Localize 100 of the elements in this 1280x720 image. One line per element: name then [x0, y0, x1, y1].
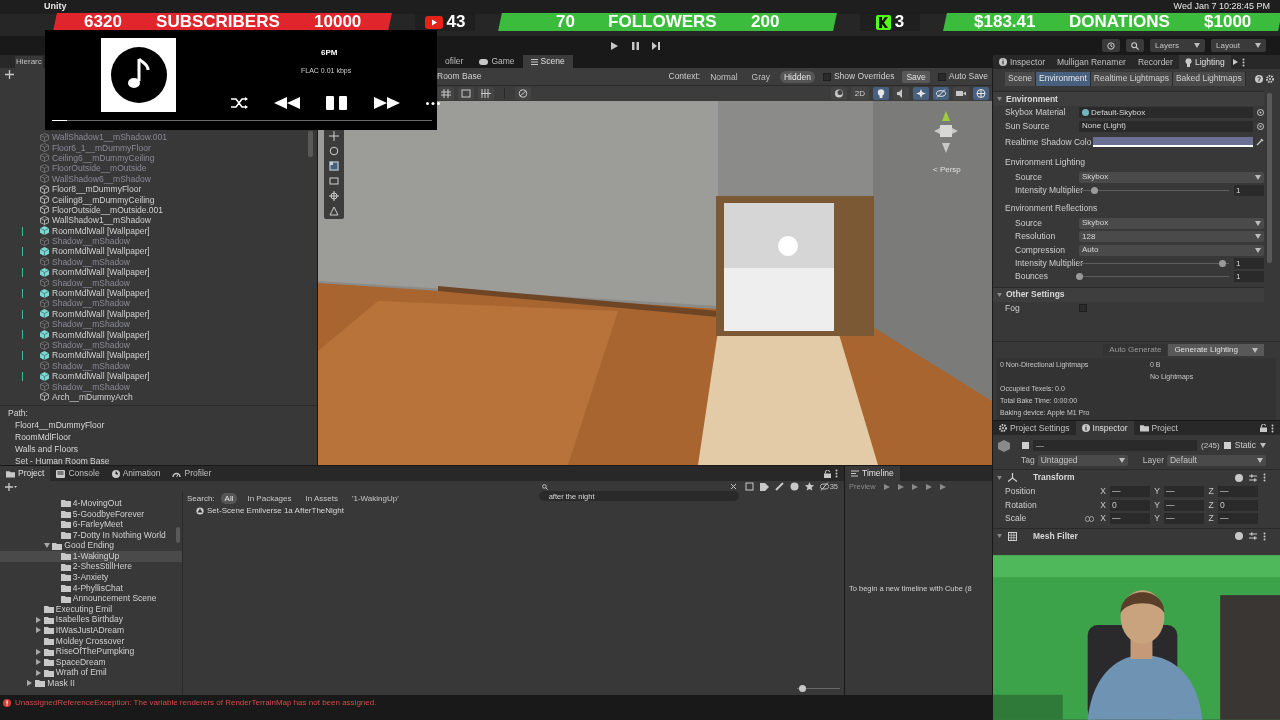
folder-item[interactable]: Moldey Crossover — [0, 635, 182, 647]
hierarchy-tab[interactable]: Hierarc — [15, 56, 43, 68]
effects-button[interactable] — [913, 87, 929, 100]
folder-item[interactable]: 2-ShesStillHere — [0, 561, 182, 573]
slider-thumb[interactable] — [1091, 187, 1098, 195]
perspective-label[interactable]: < Persp — [933, 164, 961, 176]
lighting-button[interactable] — [873, 87, 889, 100]
layout-dropdown[interactable]: Layout — [1211, 39, 1266, 52]
panel-tab[interactable]: Animation — [105, 466, 167, 481]
scrollbar-thumb[interactable] — [176, 527, 180, 543]
constrain-proportions-icon[interactable] — [1085, 515, 1094, 522]
filter-tab[interactable]: In Packages — [243, 493, 296, 504]
active-toggle[interactable] — [1022, 442, 1029, 449]
game-tab[interactable]: Game — [471, 55, 523, 68]
folder-item[interactable]: Announcement Scene — [0, 593, 182, 604]
folder-item[interactable]: Mask II — [0, 678, 182, 689]
scene-tab[interactable]: Scene — [522, 55, 573, 68]
expand-arrow-icon[interactable] — [35, 669, 41, 676]
menu-app-name[interactable]: Unity — [44, 0, 67, 12]
hierarchy-item[interactable]: Ceiling8__mDummyCeiling — [52, 194, 155, 205]
slider-thumb[interactable] — [1076, 273, 1083, 281]
dropdown[interactable]: Skybox — [1079, 171, 1264, 183]
hierarchy-item[interactable]: RoomMdlWall [Wallpaper] — [52, 225, 150, 236]
panel-tab[interactable]: Project — [1133, 421, 1184, 435]
rect-icon[interactable] — [329, 176, 339, 186]
more-icon[interactable] — [1271, 423, 1274, 433]
name-field[interactable]: — — [1033, 440, 1198, 451]
hierarchy-item[interactable]: RoomMdlWall [Wallpaper] — [52, 288, 150, 299]
object-field[interactable]: None (Light) — [1079, 120, 1253, 132]
previous-frame-icon[interactable] — [897, 483, 904, 490]
checkbox[interactable] — [822, 72, 831, 81]
hierarchy-item[interactable]: RoomMdlWall [Wallpaper] — [52, 350, 150, 361]
path-item[interactable]: Walls and Floors — [8, 443, 317, 455]
slider-thumb[interactable] — [1218, 259, 1226, 267]
presets-icon[interactable] — [1249, 473, 1257, 482]
folder-item[interactable]: 4-PhyllisChat — [0, 582, 182, 594]
number-field[interactable]: — — [1164, 499, 1204, 511]
path-item[interactable]: RoomMdlFloor — [8, 431, 317, 443]
save-button[interactable]: Save — [902, 70, 930, 83]
presets-icon[interactable] — [1249, 532, 1257, 540]
hierarchy-item[interactable]: RoomMdlWall [Wallpaper] — [52, 267, 150, 278]
hierarchy-item[interactable]: RoomMdlWall [Wallpaper] — [52, 246, 150, 257]
filter-tab[interactable]: '1-WakingUp' — [347, 493, 403, 504]
rotate-icon[interactable] — [329, 146, 339, 156]
search-result[interactable]: Set-Scene Emilverse 1a AfterTheNight — [207, 504, 344, 517]
status-message[interactable]: UnassignedReferenceException: The variable renderers of RenderTerrainMap has not been assigned. — [15, 696, 377, 709]
number-field[interactable]: 0 — [1218, 499, 1258, 511]
panel-tab[interactable]: Project Settings — [993, 421, 1076, 435]
play-icon[interactable] — [911, 483, 918, 490]
number-field[interactable]: — — [1218, 486, 1258, 498]
sub-tab[interactable]: Scene — [1005, 71, 1037, 86]
color-swatch[interactable] — [1093, 137, 1253, 148]
star-icon[interactable] — [804, 482, 814, 491]
search-button[interactable] — [1126, 39, 1144, 52]
add-icon[interactable] — [5, 69, 14, 79]
dropdown[interactable]: 128 — [1079, 231, 1264, 243]
checkbox[interactable] — [1079, 304, 1087, 313]
filter-tab[interactable]: In Assets — [301, 493, 342, 504]
folder-item[interactable]: SpaceDream — [0, 656, 182, 668]
more-icon[interactable] — [1241, 57, 1245, 67]
tag-dropdown[interactable]: Untagged — [1037, 454, 1128, 466]
number-field[interactable]: — — [1110, 486, 1150, 498]
dropdown[interactable]: Auto — [1079, 244, 1264, 256]
hierarchy-item[interactable]: FloorOutside__mOutside.001 — [52, 204, 164, 215]
number-field[interactable]: — — [1218, 513, 1258, 525]
more-icon[interactable] — [1263, 531, 1266, 541]
audio-button[interactable] — [893, 87, 909, 100]
foldout-arrow-icon[interactable] — [997, 97, 1002, 101]
scrollbar-thumb[interactable] — [1267, 93, 1272, 263]
number-field[interactable]: — — [1110, 513, 1150, 525]
panel-tab[interactable]: Timeline — [845, 466, 900, 481]
section-header[interactable]: Environment — [1006, 92, 1058, 106]
transform-icon[interactable] — [329, 191, 339, 201]
axis-gizmo-drawing[interactable] — [934, 111, 958, 153]
settings-icon[interactable] — [1266, 74, 1274, 83]
view-tab[interactable]: ofiler — [437, 55, 472, 68]
hidden-icon[interactable] — [819, 482, 829, 491]
panel-tab[interactable]: Project — [0, 466, 51, 481]
expand-arrow-icon[interactable] — [44, 543, 50, 549]
lock-icon[interactable] — [824, 469, 831, 478]
section-header[interactable]: Other Settings — [1006, 288, 1065, 301]
next-frame-icon[interactable] — [925, 483, 932, 490]
gizmo-toggle-button[interactable] — [515, 87, 531, 100]
hierarchy-item[interactable]: Arch__mDummyArch — [52, 391, 133, 402]
foldout-arrow-icon[interactable] — [997, 534, 1002, 538]
panel-tab[interactable]: Console — [50, 466, 106, 481]
number-field[interactable]: — — [1164, 486, 1204, 498]
number-field[interactable]: 1 — [1234, 185, 1264, 197]
panel-tab[interactable]: Lighting — [1178, 55, 1231, 69]
panel-tab[interactable]: Mulligan Renamer — [1050, 55, 1132, 69]
sub-tab[interactable]: Realtime Lightmaps — [1090, 71, 1173, 86]
custom-tool-icon[interactable] — [329, 206, 339, 216]
folder-item[interactable]: 1-WakingUp — [0, 550, 182, 562]
grid-snap-button[interactable] — [438, 87, 454, 100]
panel-tab[interactable]: Recorder — [1131, 55, 1179, 69]
path-item[interactable]: Set - Human Room Base — [8, 455, 317, 467]
scrollbar-thumb[interactable] — [308, 131, 313, 157]
generate-lighting-button[interactable]: Generate Lighting — [1168, 344, 1264, 356]
expand-arrow-icon[interactable] — [27, 680, 32, 687]
foldout-arrow-icon[interactable] — [997, 475, 1002, 480]
